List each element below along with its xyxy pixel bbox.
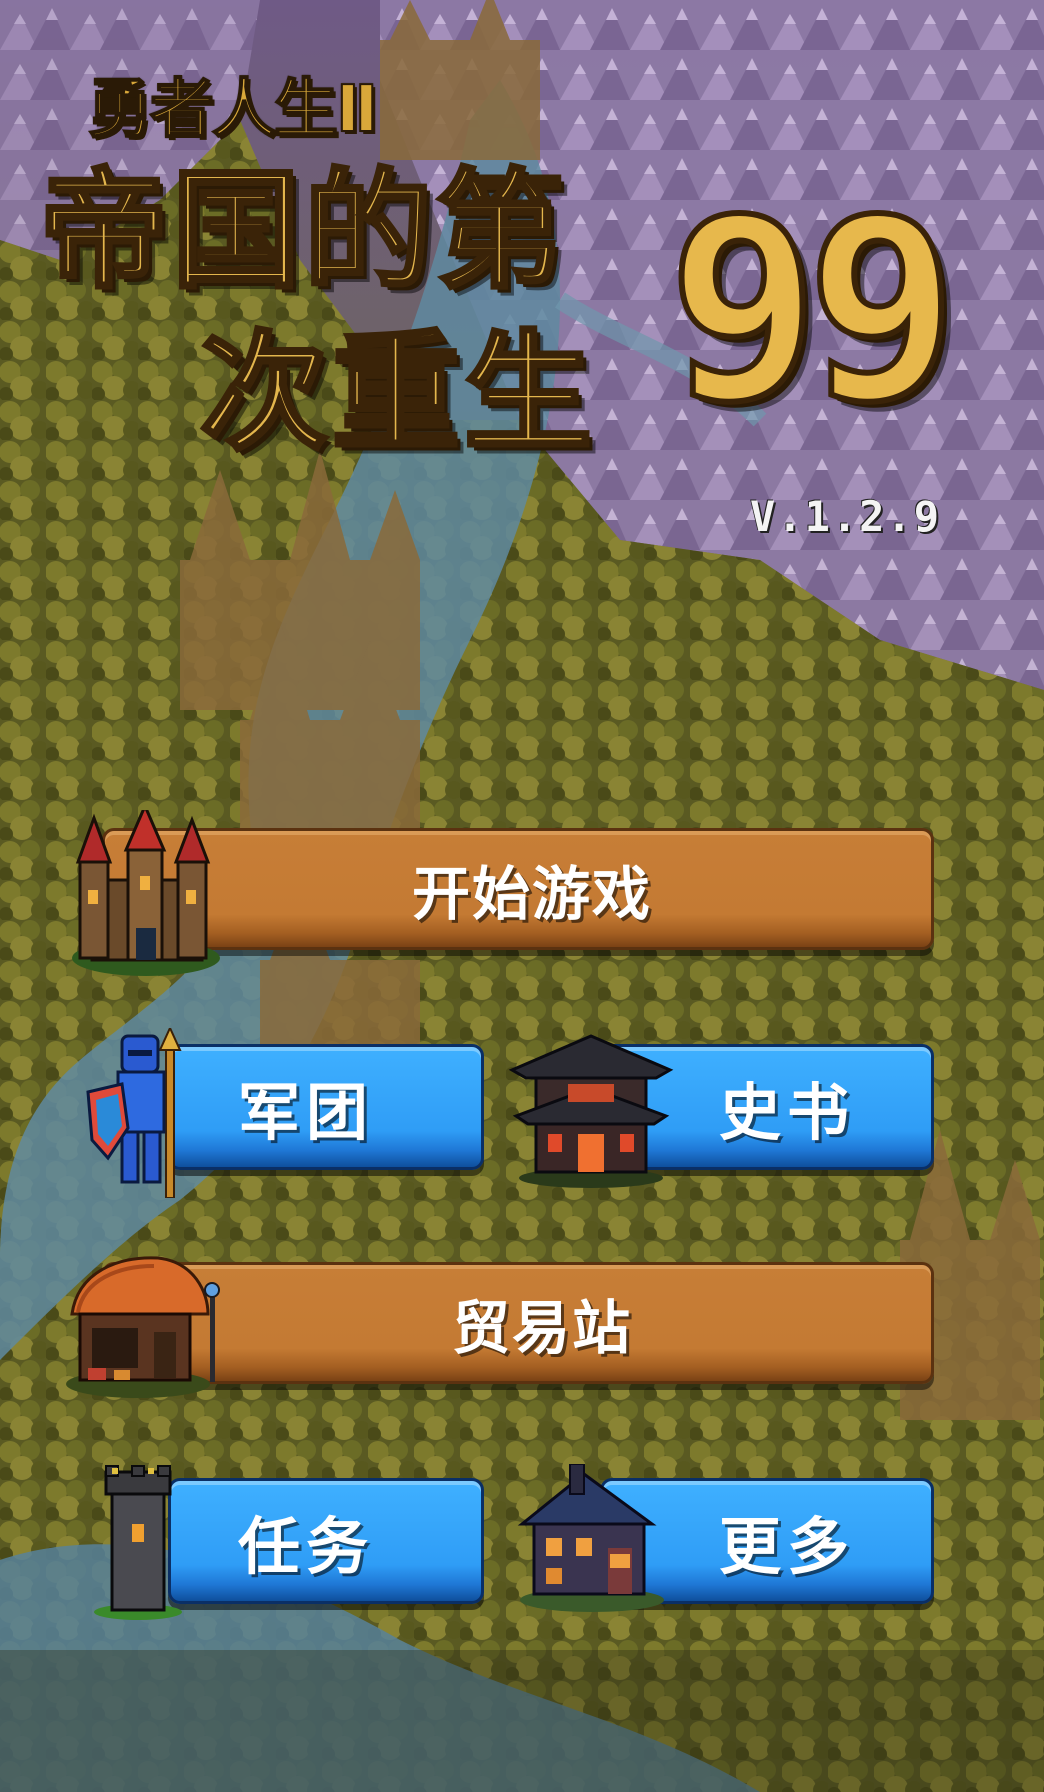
knight-icon <box>86 1028 182 1198</box>
legion-button[interactable]: 军团 <box>168 1044 484 1170</box>
trade-station-label: 贸易站 <box>451 1294 632 1362</box>
house-icon <box>517 1464 664 1612</box>
history-label: 史书 <box>718 1076 855 1149</box>
game-title-number: 99 <box>665 165 960 456</box>
pagoda-icon <box>508 1034 674 1188</box>
castle-icon <box>72 810 220 976</box>
game-subtitle: 勇者人生Ⅱ <box>87 72 379 148</box>
main-menu-screen: 勇者人生Ⅱ 帝国的第 次重生 99 V.1.2.9 开始游戏 军团 史书 贸易站… <box>0 0 1044 1792</box>
quest-label: 任务 <box>237 1510 374 1583</box>
legion-label: 军团 <box>237 1076 374 1149</box>
game-title-line-2: 次重生 <box>198 319 597 468</box>
watchtower-icon <box>94 1465 182 1620</box>
quest-button[interactable]: 任务 <box>168 1478 484 1604</box>
market-hut-icon <box>66 1256 220 1398</box>
start-game-label: 开始游戏 <box>411 860 652 928</box>
game-title-line-1: 帝国的第 <box>38 157 569 306</box>
more-label: 更多 <box>718 1510 855 1583</box>
version-label: V.1.2.9 <box>750 492 942 541</box>
